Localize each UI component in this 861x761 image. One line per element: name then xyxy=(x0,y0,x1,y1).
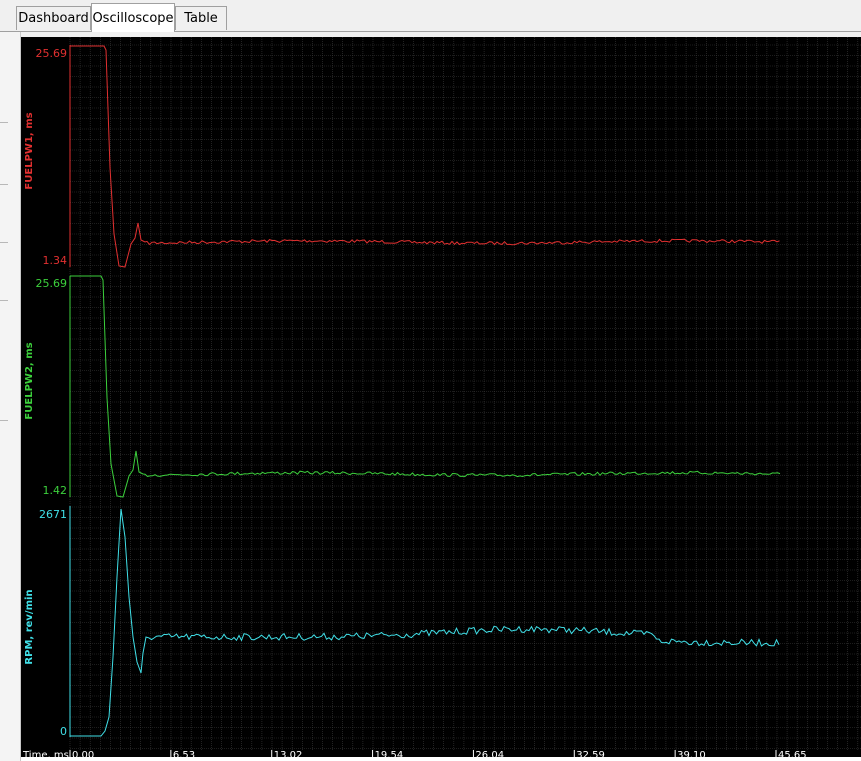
tab-bar: Dashboard Oscilloscope Table xyxy=(0,0,861,32)
tab-oscilloscope[interactable]: Oscilloscope xyxy=(91,3,175,32)
rpm-max-label: 2671 xyxy=(39,508,67,521)
fuelpw2-max-label: 25.69 xyxy=(36,277,68,290)
fuelpw2-trace xyxy=(70,275,781,498)
left-panel-strip xyxy=(0,32,21,761)
tab-table[interactable]: Table xyxy=(175,6,227,30)
fuelpw1-max-label: 25.69 xyxy=(36,47,68,60)
time-axis: Time, ms 0.00 6.53 13.02 19.54 26.04 32.59 39.… xyxy=(22,750,807,761)
grid-lines xyxy=(69,37,861,750)
fuelpw2-axis-title: FUELPW2, ms xyxy=(24,342,35,419)
divider xyxy=(0,420,8,421)
rpm-axis-title: RPM, rev/min xyxy=(24,589,35,664)
fuelpw1-min-label: 1.34 xyxy=(43,254,68,267)
status-strip xyxy=(21,757,861,761)
divider xyxy=(0,242,8,243)
divider xyxy=(0,122,8,123)
fuelpw2-min-label: 1.42 xyxy=(43,484,68,497)
divider xyxy=(0,300,8,301)
oscilloscope-view[interactable]: 25.69 1.34 FUELPW1, ms 25.69 1.42 FUELPW… xyxy=(21,37,861,750)
channel-fuelpw2: 25.69 1.42 FUELPW2, ms xyxy=(24,275,781,498)
rpm-min-label: 0 xyxy=(60,725,67,738)
fuelpw1-axis-title: FUELPW1, ms xyxy=(24,112,35,189)
divider xyxy=(0,184,8,185)
oscilloscope-canvas: 25.69 1.34 FUELPW1, ms 25.69 1.42 FUELPW… xyxy=(24,37,861,750)
tab-dashboard[interactable]: Dashboard xyxy=(16,6,91,30)
